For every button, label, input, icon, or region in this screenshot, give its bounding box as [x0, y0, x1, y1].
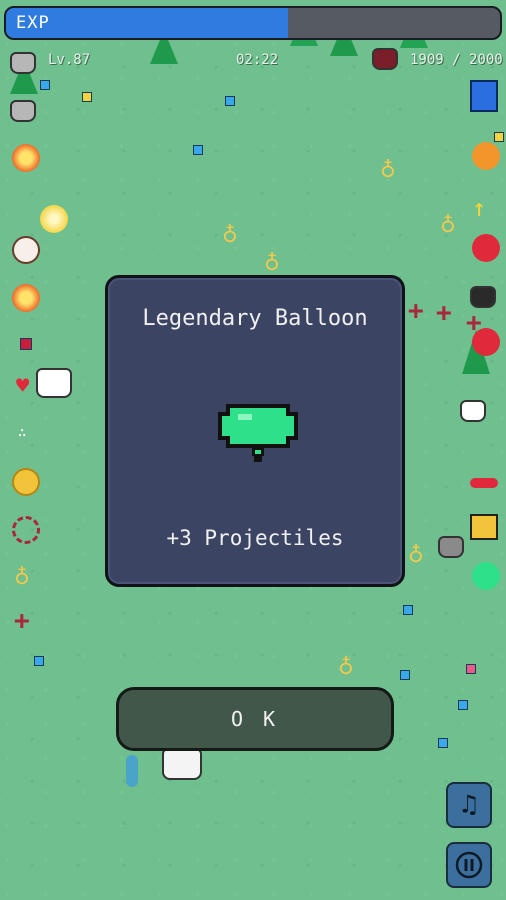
- pause-icon: [455, 851, 483, 879]
- bucket-icon: [470, 80, 498, 112]
- ok-button[interactable]: O K: [116, 687, 394, 751]
- fireball-icon: [12, 144, 40, 172]
- dialog-description: +3 Projectiles: [166, 526, 344, 550]
- paw-icon: [12, 236, 40, 264]
- enemy-cat: [372, 48, 398, 70]
- exp-gem: [400, 670, 410, 680]
- shorts-icon: [470, 514, 498, 540]
- balloon-icon: [472, 328, 500, 356]
- torch-sprite: ♁: [440, 208, 456, 238]
- cat-icon: [470, 286, 496, 308]
- exp-gem: [82, 92, 92, 102]
- balloon-icon: [218, 404, 298, 462]
- target-ring-icon: [12, 516, 40, 544]
- torch-sprite: ♁: [380, 153, 396, 183]
- cat-icon: [10, 100, 36, 122]
- coin-icon: [12, 468, 40, 496]
- pause-button[interactable]: [446, 842, 492, 888]
- exp-label: EXP: [16, 13, 50, 33]
- balloon-icon: [472, 562, 500, 590]
- cat-icon: [10, 52, 36, 74]
- bomb-icon: [40, 205, 68, 233]
- balloon-icon: [472, 234, 500, 262]
- timer-text: 02:22: [236, 52, 279, 68]
- torch-sprite: ♁: [264, 246, 280, 276]
- exp-gem: [193, 145, 203, 155]
- exp-gem: [34, 656, 44, 666]
- music-note-icon: ♫: [461, 790, 477, 820]
- dialog-title: Legendary Balloon: [142, 306, 368, 331]
- enemy-cat: [36, 368, 72, 398]
- fish-sprite: [126, 755, 138, 787]
- cross-projectile: +: [408, 296, 424, 326]
- exp-gem: [438, 738, 448, 748]
- torch-icon: ♁: [14, 560, 30, 590]
- item-reward-dialog: Legendary Balloon +3 Projectiles: [105, 275, 405, 587]
- player-cat: [162, 748, 202, 780]
- exp-gem: [40, 80, 50, 90]
- exp-gem: [225, 96, 235, 106]
- exp-gem: [494, 132, 504, 142]
- torch-sprite: ♁: [338, 650, 354, 680]
- exp-gem: [458, 700, 468, 710]
- enemy-cat: [460, 400, 486, 422]
- bone-icon: [470, 478, 498, 488]
- torch-sprite: ♁: [222, 218, 238, 248]
- music-button[interactable]: ♫: [446, 782, 492, 828]
- arrow-icon: ↑: [472, 194, 487, 222]
- heart-icon: ♥: [16, 374, 30, 399]
- exp-gem: [403, 605, 413, 615]
- dots-icon: ∴: [18, 425, 27, 441]
- exp-gem: [466, 664, 476, 674]
- balloon-icon: [472, 142, 500, 170]
- exp-bar: EXP: [4, 6, 502, 40]
- hp-text: 1909 / 2000: [410, 52, 503, 68]
- gem-icon: [20, 338, 32, 350]
- torch-sprite: ♁: [408, 538, 424, 568]
- cross-icon: +: [14, 606, 30, 636]
- cross-projectile: +: [436, 298, 452, 328]
- level-text: Lv.87: [48, 52, 91, 68]
- enemy-cat: [438, 536, 464, 558]
- fireball-icon: [12, 284, 40, 312]
